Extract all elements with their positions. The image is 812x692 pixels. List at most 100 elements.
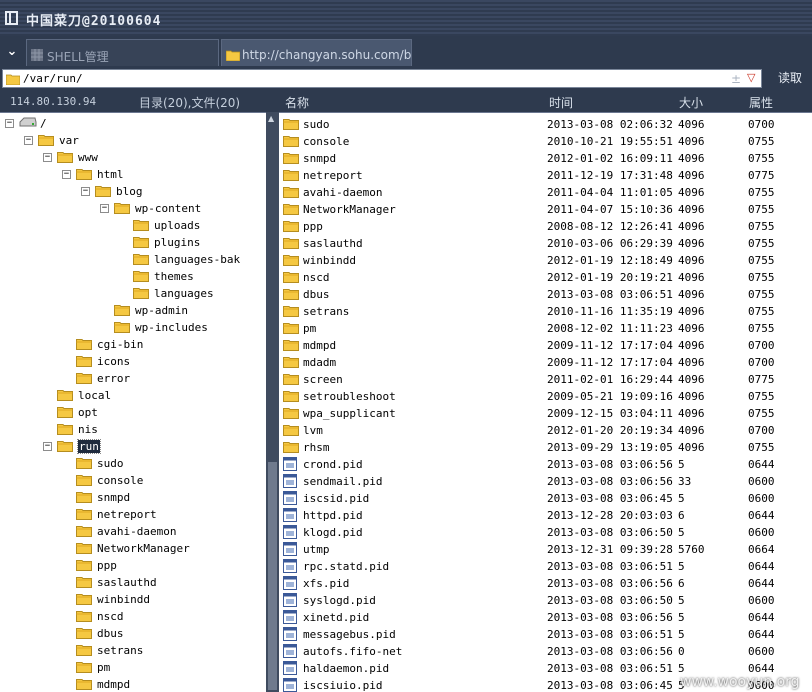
collapse-icon[interactable]: −	[43, 442, 52, 451]
collapse-icon[interactable]: −	[43, 153, 52, 162]
column-time[interactable]: 时间	[549, 94, 573, 111]
collapse-icon[interactable]: −	[5, 119, 14, 128]
window-icon[interactable]	[5, 11, 18, 25]
file-row[interactable]: saslauthd 2010-03-06 06:29:39 4096 0755	[279, 234, 812, 251]
folder-icon	[133, 235, 149, 251]
tree-node-themes[interactable]: themes	[119, 268, 266, 285]
file-row[interactable]: console 2010-10-21 19:55:51 4096 0755	[279, 132, 812, 149]
tree-node-plugins[interactable]: plugins	[119, 234, 266, 251]
file-row[interactable]: winbindd 2012-01-19 12:18:49 4096 0755	[279, 251, 812, 268]
collapse-icon[interactable]: −	[24, 136, 33, 145]
tree-node-wp-admin[interactable]: wp-admin	[100, 302, 266, 319]
tree-node-error[interactable]: error	[62, 370, 266, 387]
file-name: wpa_supplicant	[303, 407, 396, 420]
file-row[interactable]: xfs.pid 2013-03-08 03:06:56 6 0644	[279, 574, 812, 591]
column-attr[interactable]: 属性	[749, 94, 773, 111]
bookmark-icon[interactable]: ±	[731, 72, 741, 86]
file-row[interactable]: setrans 2010-11-16 11:35:19 4096 0755	[279, 302, 812, 319]
column-name[interactable]: 名称	[285, 94, 309, 111]
tree-node-cgi-bin[interactable]: cgi-bin	[62, 336, 266, 353]
tree-node-nscd[interactable]: nscd	[62, 608, 266, 625]
tree-node-opt[interactable]: opt	[43, 404, 266, 421]
file-row[interactable]: setroubleshoot 2009-05-21 19:09:16 4096 075…	[279, 387, 812, 404]
file-time: 2013-03-08 03:06:56	[547, 611, 673, 624]
collapse-icon[interactable]: −	[81, 187, 90, 196]
tree-node-run[interactable]: − run	[43, 438, 266, 455]
file-row[interactable]: pm 2008-12-02 11:11:23 4096 0755	[279, 319, 812, 336]
file-row[interactable]: klogd.pid 2013-03-08 03:06:50 5 0600	[279, 523, 812, 540]
file-time: 2013-03-08 03:06:51	[547, 560, 673, 573]
tree-node-networkmanager[interactable]: NetworkManager	[62, 540, 266, 557]
tree-node-[interactable]: − /	[5, 115, 245, 132]
file-row[interactable]: lvm 2012-01-20 20:19:34 4096 0700	[279, 421, 812, 438]
tab-file-manager[interactable]: http://changyan.sohu.com/blog...	[221, 39, 412, 66]
file-row[interactable]: httpd.pid 2013-12-28 20:03:03 6 0644	[279, 506, 812, 523]
tree-node-languages-bak[interactable]: languages-bak	[119, 251, 266, 268]
file-row[interactable]: NetworkManager 2011-04-07 15:10:36 4096 075…	[279, 200, 812, 217]
file-row[interactable]: syslogd.pid 2013-03-08 03:06:50 5 0600	[279, 591, 812, 608]
scrollbar-thumb[interactable]	[268, 462, 277, 690]
tree-node-blog[interactable]: − blog	[81, 183, 266, 200]
file-row[interactable]: iscsid.pid 2013-03-08 03:06:45 5 0600	[279, 489, 812, 506]
file-row[interactable]: crond.pid 2013-03-08 03:06:56 5 0644	[279, 455, 812, 472]
file-row[interactable]: dbus 2013-03-08 03:06:51 4096 0755	[279, 285, 812, 302]
tree-node-dbus[interactable]: dbus	[62, 625, 266, 642]
tree-node-var[interactable]: − var	[24, 132, 264, 149]
tree-node-uploads[interactable]: uploads	[119, 217, 266, 234]
folder-icon	[283, 134, 299, 150]
tree-node-console[interactable]: console	[62, 472, 266, 489]
tree-scrollbar[interactable]: ▲	[266, 112, 279, 692]
tree-node-netreport[interactable]: netreport	[62, 506, 266, 523]
tree-node-avahi-daemon[interactable]: avahi-daemon	[62, 523, 266, 540]
tree-node-winbindd[interactable]: winbindd	[62, 591, 266, 608]
tree-node-wp-includes[interactable]: wp-includes	[100, 319, 266, 336]
file-size: 4096	[678, 441, 705, 454]
file-row[interactable]: avahi-daemon 2011-04-04 11:01:05 4096 0755	[279, 183, 812, 200]
file-row[interactable]: snmpd 2012-01-02 16:09:11 4096 0755	[279, 149, 812, 166]
tree-node-saslauthd[interactable]: saslauthd	[62, 574, 266, 591]
tree-node-mdmpd[interactable]: mdmpd	[62, 676, 266, 692]
path-input[interactable]	[23, 71, 723, 86]
tab-shell-manager[interactable]: SHELL管理	[26, 39, 219, 66]
tree-node-ppp[interactable]: ppp	[62, 557, 266, 574]
tree-node-setrans[interactable]: setrans	[62, 642, 266, 659]
path-dropdown-icon[interactable]: ▽	[747, 71, 755, 84]
tree-node-icons[interactable]: icons	[62, 353, 266, 370]
file-time: 2009-12-15 03:04:11	[547, 407, 673, 420]
file-row[interactable]: mdadm 2009-11-12 17:17:04 4096 0700	[279, 353, 812, 370]
chevron-down-icon[interactable]: ⌄	[4, 44, 20, 60]
file-row[interactable]: wpa_supplicant 2009-12-15 03:04:11 4096 075…	[279, 404, 812, 421]
file-name: mdmpd	[303, 339, 337, 352]
tree-node-wp-content[interactable]: − wp-content	[100, 200, 266, 217]
file-row[interactable]: autofs.fifo-net 2013-03-08 03:06:56 0 0600	[279, 642, 812, 659]
file-row[interactable]: rpc.statd.pid 2013-03-08 03:06:51 5 0644	[279, 557, 812, 574]
file-row[interactable]: messagebus.pid 2013-03-08 03:06:51 5 0644	[279, 625, 812, 642]
file-row[interactable]: mdmpd 2009-11-12 17:17:04 4096 0700	[279, 336, 812, 353]
file-row[interactable]: nscd 2012-01-19 20:19:21 4096 0755	[279, 268, 812, 285]
tree-node-nis[interactable]: nis	[43, 421, 266, 438]
collapse-icon[interactable]: −	[100, 204, 109, 213]
file-row[interactable]: netreport 2011-12-19 17:31:48 4096 0775	[279, 166, 812, 183]
column-size[interactable]: 大小	[679, 94, 703, 111]
file-row[interactable]: rhsm 2013-09-29 13:19:05 4096 0755	[279, 438, 812, 455]
tree-node-languages[interactable]: languages	[119, 285, 266, 302]
tree-node-sudo[interactable]: sudo	[62, 455, 266, 472]
file-row[interactable]: sudo 2013-03-08 02:06:32 4096 0700	[279, 115, 812, 132]
tree-node-snmpd[interactable]: snmpd	[62, 489, 266, 506]
read-button[interactable]: 读取	[770, 69, 810, 88]
tree-node-pm[interactable]: pm	[62, 659, 266, 676]
scroll-up-icon[interactable]: ▲	[268, 114, 274, 123]
file-attr: 0664	[748, 543, 775, 556]
tree-node-www[interactable]: − www	[43, 149, 266, 166]
file-row[interactable]: sendmail.pid 2013-03-08 03:06:56 33 0600	[279, 472, 812, 489]
folder-icon	[57, 388, 73, 404]
tree-node-local[interactable]: local	[43, 387, 266, 404]
tree-node-html[interactable]: − html	[62, 166, 266, 183]
collapse-icon[interactable]: −	[62, 170, 71, 179]
file-time: 2013-03-08 03:06:45	[547, 679, 673, 692]
file-row[interactable]: xinetd.pid 2013-03-08 03:06:56 5 0644	[279, 608, 812, 625]
path-field[interactable]: ± ▽	[2, 69, 762, 88]
file-row[interactable]: ppp 2008-08-12 12:26:41 4096 0755	[279, 217, 812, 234]
file-row[interactable]: utmp 2013-12-31 09:39:28 5760 0664	[279, 540, 812, 557]
file-row[interactable]: screen 2011-02-01 16:29:44 4096 0775	[279, 370, 812, 387]
